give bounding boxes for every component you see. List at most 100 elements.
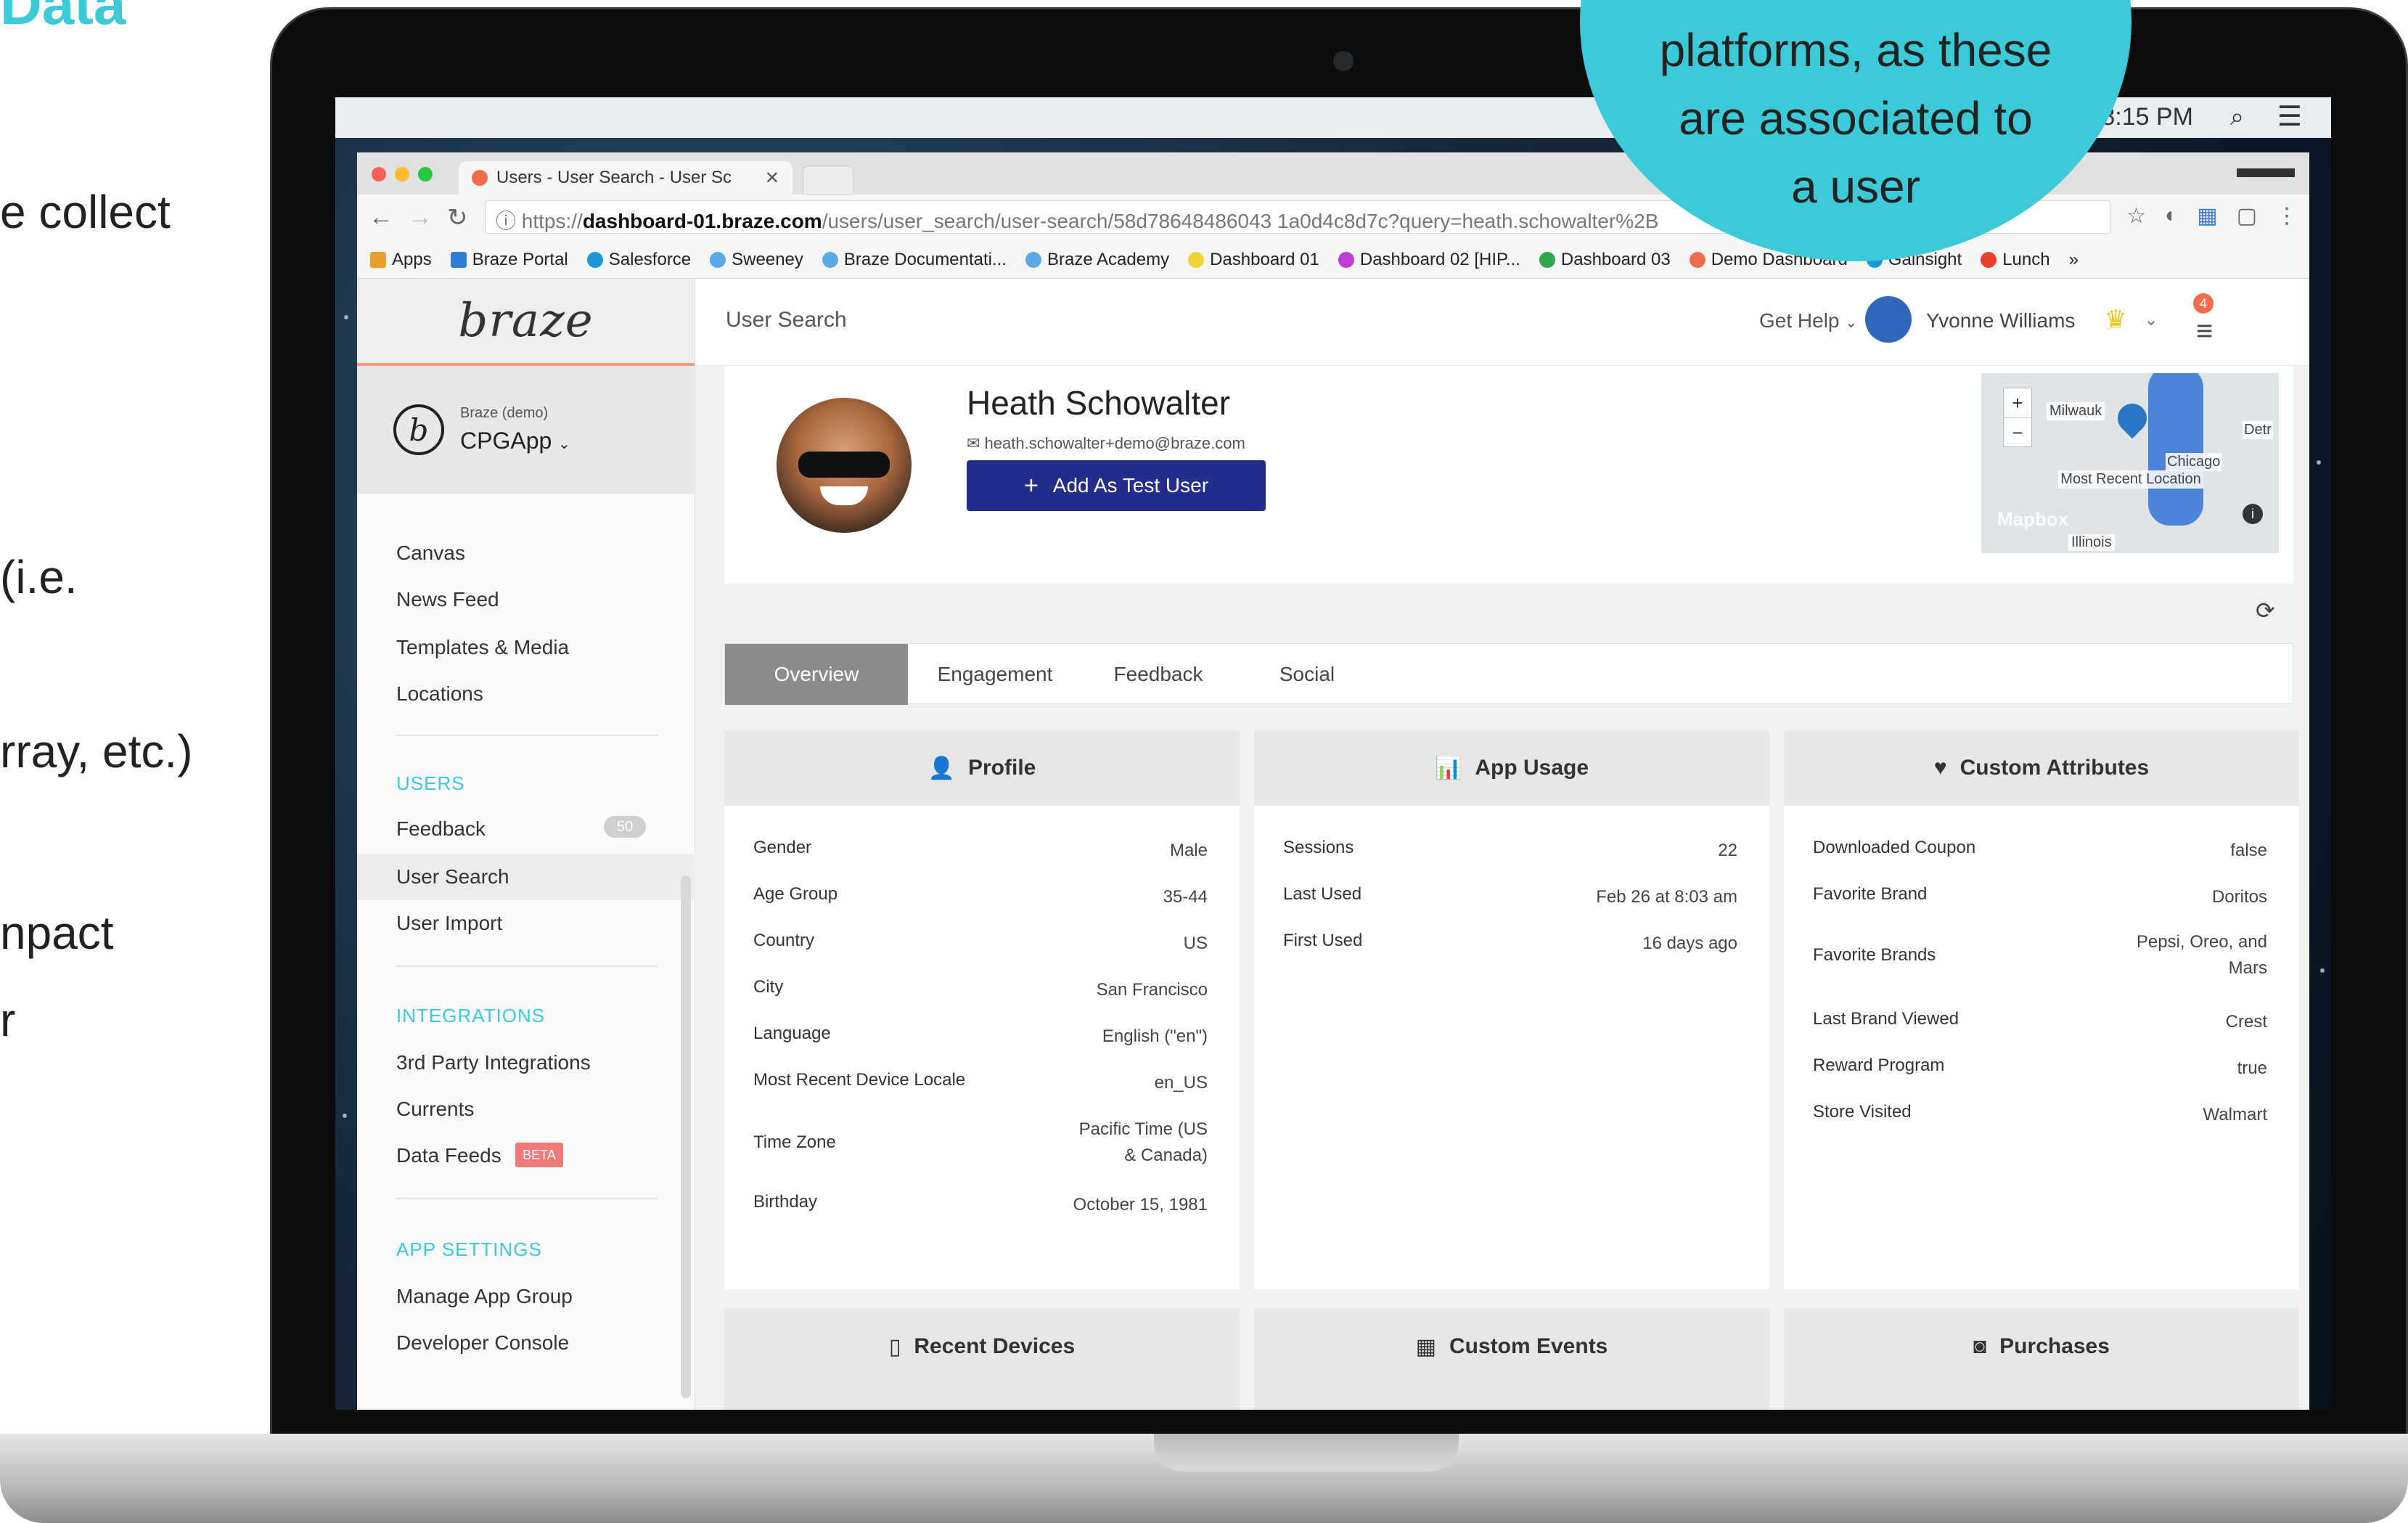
forward-icon[interactable]: →	[408, 203, 433, 232]
section-integrations: INTEGRATIONS	[396, 1005, 546, 1026]
profile-name: Heath Schowalter	[967, 384, 1231, 422]
bookmark-favicon-icon	[710, 251, 726, 268]
bookmark-apps[interactable]: Apps	[370, 250, 432, 270]
browser-tab[interactable]: Users - User Search - User Sc ✕	[459, 161, 793, 195]
app-switcher[interactable]: b Braze (demo) CPGApp ⌄	[357, 366, 695, 494]
bookmark-braze-academy[interactable]: Braze Academy	[1025, 250, 1169, 270]
top-bar: User Search Get Help ⌄ Yvonne Williams ♛…	[695, 279, 2309, 366]
more-bookmarks-icon[interactable]: »	[2069, 250, 2079, 270]
avatar[interactable]	[1865, 296, 1912, 343]
chrome-menu-icon[interactable]: ⋮	[2276, 203, 2298, 229]
reload-icon[interactable]: ↻	[447, 203, 468, 232]
sidebar-item-canvas[interactable]: Canvas	[396, 542, 465, 565]
map-info-icon[interactable]: i	[2243, 504, 2263, 524]
app-group-label: Braze (demo)	[460, 405, 549, 421]
custom-attributes-card: ♥ Custom Attributes Downloaded Coupon fals…	[1784, 730, 2299, 1289]
sidebar: braze b Braze (demo) CPGApp ⌄ Canvas New…	[357, 279, 695, 1410]
minimize-window-button[interactable]	[395, 167, 409, 181]
close-tab-icon[interactable]: ✕	[765, 168, 779, 189]
calendar-extension-icon[interactable]: ▦	[2197, 203, 2217, 229]
bookmark-braze-portal[interactable]: Braze Portal	[450, 250, 568, 270]
bookmark-salesforce[interactable]: Salesforce	[586, 250, 691, 270]
bookmark-dashboard-02[interactable]: Dashboard 02 [HIP...	[1338, 250, 1520, 270]
attribute-row: Birthday October 15, 1981	[753, 1192, 1208, 1214]
sidebar-scrollbar[interactable]	[681, 875, 691, 1398]
apps-grid-icon	[370, 251, 386, 268]
braze-app: braze b Braze (demo) CPGApp ⌄ Canvas New…	[357, 279, 2309, 1410]
attribute-row: City San Francisco	[753, 977, 1208, 1000]
tab-feedback[interactable]: Feedback	[1082, 644, 1234, 705]
plus-icon: +	[1023, 471, 1039, 499]
laptop-notch	[1154, 1434, 1459, 1471]
profile-card: 👤 Profile Gender Male Age Group 35-44 Count…	[724, 730, 1240, 1289]
tab-overview[interactable]: Overview	[725, 644, 908, 705]
sidebar-item-user-search[interactable]: User Search	[396, 865, 509, 889]
browser-window: Users - User Search - User Sc ✕ ← → ↻ ⓘ …	[357, 152, 2309, 1410]
refresh-icon[interactable]: ⟳	[2256, 597, 2275, 624]
bookmark-braze-docs[interactable]: Braze Documentati...	[822, 250, 1007, 270]
url-path: /users/user_search/user-search/58d786484…	[822, 210, 1659, 232]
map-label-chicago: Chicago	[2166, 453, 2222, 471]
custom-events-card: ▦ Custom Events	[1254, 1308, 1769, 1410]
money-icon: ◙	[1973, 1334, 1987, 1358]
sidebar-item-manage-app-group[interactable]: Manage App Group	[396, 1285, 573, 1308]
divider	[396, 1198, 658, 1199]
sidebar-item-user-import[interactable]: User Import	[396, 912, 502, 935]
chevron-down-icon: ⌄	[1845, 315, 1858, 331]
feedback-count-badge: 50	[604, 816, 646, 838]
get-help-menu[interactable]: Get Help ⌄	[1759, 309, 1857, 332]
main-content: Heath Schowalter ✉ heath.schowalter+demo…	[695, 366, 2309, 1410]
page-title: User Search	[726, 308, 847, 332]
sunglasses	[798, 452, 890, 478]
spotlight-icon[interactable]: ⌕	[2230, 103, 2244, 131]
notification-center-icon[interactable]: ☰	[2277, 100, 2302, 133]
bookmark-dashboard-01[interactable]: Dashboard 01	[1188, 250, 1319, 270]
bookmark-dashboard-03[interactable]: Dashboard 03	[1539, 250, 1671, 270]
user-name[interactable]: Yvonne Williams	[1926, 309, 2075, 332]
most-recent-location-label: Most Recent Location	[2058, 470, 2203, 489]
zoom-out-button[interactable]: −	[2004, 417, 2031, 446]
sidebar-item-currents[interactable]: Currents	[396, 1098, 474, 1121]
app-usage-card: 📊 App Usage Sessions 22 Last Used Feb 26 at…	[1254, 730, 1769, 1289]
profile-email: ✉ heath.schowalter+demo@braze.com	[967, 434, 1245, 452]
attribute-row: Downloaded Coupon false	[1813, 838, 2267, 860]
attribute-row: Reward Program true	[1813, 1056, 2267, 1078]
back-icon[interactable]: ←	[369, 203, 393, 232]
slide-text-fragment: rray, etc.)	[0, 725, 193, 777]
crown-icon: ♛	[2105, 306, 2127, 333]
attribute-row: Favorite Brands Pepsi, Oreo, and Mars	[1813, 932, 2267, 978]
location-map[interactable]: Milwauk Detr Chicago Most Recent Locatio…	[1981, 373, 2279, 553]
tab-social[interactable]: Social	[1234, 644, 1380, 705]
info-icon: ⓘ	[496, 210, 522, 232]
sidebar-item-locations[interactable]: Locations	[396, 682, 483, 706]
chevron-down-icon: ⌄	[558, 436, 570, 452]
chevron-down-icon[interactable]: ⌄	[2144, 309, 2158, 330]
bookmark-favicon-icon	[1188, 251, 1205, 268]
braze-favicon-icon	[472, 170, 488, 186]
tab-engagement[interactable]: Engagement	[908, 644, 1082, 705]
menu-icon[interactable]: ≡	[2196, 315, 2213, 348]
profile-photo	[777, 398, 912, 533]
braze-logo[interactable]: braze	[458, 294, 593, 348]
zoom-in-button[interactable]: +	[2004, 388, 2031, 417]
sidebar-item-templates[interactable]: Templates & Media	[396, 636, 569, 659]
maximize-window-button[interactable]	[418, 167, 433, 181]
sidebar-item-3rd-party[interactable]: 3rd Party Integrations	[396, 1051, 591, 1074]
attribute-row: Gender Male	[753, 838, 1208, 860]
extension-box-icon[interactable]: ▢	[2237, 203, 2257, 229]
bookmark-sweeney[interactable]: Sweeney	[710, 250, 803, 270]
sidebar-item-feedback[interactable]: Feedback	[396, 817, 486, 841]
new-tab-button[interactable]	[803, 166, 853, 195]
close-window-button[interactable]	[372, 167, 386, 181]
sidebar-item-data-feeds[interactable]: Data Feeds	[396, 1144, 501, 1167]
attribute-row: Most Recent Device Locale en_US	[753, 1070, 1208, 1093]
cloud-icon	[586, 251, 603, 268]
logo-area: braze	[357, 279, 695, 366]
add-test-user-button[interactable]: + Add As Test User	[967, 460, 1266, 511]
map-label-illinois: Illinois	[2068, 534, 2115, 551]
bookmark-lunch[interactable]: Lunch	[1981, 250, 2050, 270]
extension-icon[interactable]: ◐	[2165, 203, 2178, 229]
sidebar-item-news-feed[interactable]: News Feed	[396, 588, 499, 611]
beta-badge: BETA	[515, 1143, 563, 1167]
sidebar-item-developer-console[interactable]: Developer Console	[396, 1331, 569, 1355]
